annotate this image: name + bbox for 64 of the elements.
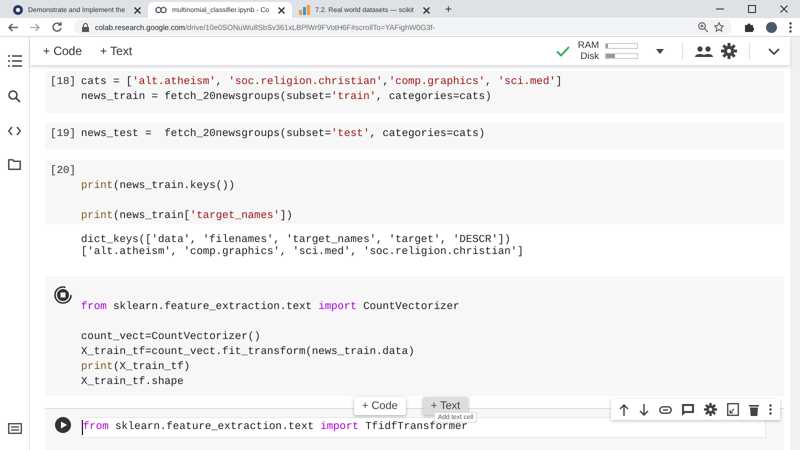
close-icon[interactable] [278,6,286,14]
code-cell[interactable]: from sklearn.feature_extraction.text import CountVectorizer count_vect=CountVectorizer() X_train_tf=count_vect.fit_transform(news_train.data) print(X_train_tf) X_train_tf.shape [45,276,784,396]
output-line: dict_keys(['data', 'filenames', 'target_names', 'target', 'DESCR']) [81,234,512,246]
output-line: ['alt.atheism', 'comp.graphics', 'sci.med', 'soc.religion.christian'] [81,246,525,258]
add-code-button[interactable]: + Code [38,42,88,60]
back-arrow-icon[interactable] [8,22,18,32]
avatar[interactable] [766,22,777,32]
maximize-icon[interactable] [748,5,756,13]
terminal-icon[interactable] [8,423,22,434]
code-line: print(X_train_tf) [81,360,192,375]
new-tab-button[interactable]: + [436,2,460,16]
comment-icon[interactable] [682,404,694,416]
checkmark-icon [556,46,570,56]
disk-label: Disk [580,51,599,62]
arrow-down-icon[interactable] [639,404,649,416]
code-line: cats = ['alt.atheism', 'soc.religion.christian','comp.graphics', 'sci.med'] [81,75,564,90]
more-icon[interactable] [769,404,772,415]
people-icon[interactable] [695,46,713,56]
code-line: X_train_tf=count_vect.fit_transform(news_train.data) [81,345,416,360]
code-line: count_vect=CountVectorizer() [81,330,262,345]
resources-button[interactable]: RAM Disk [578,40,638,62]
close-icon[interactable] [422,6,430,14]
disk-meter [605,53,638,59]
play-button-icon[interactable] [55,417,71,433]
code-brackets-icon[interactable] [8,126,21,136]
execution-count: [20] [50,165,76,177]
add-text-button[interactable]: + Text [95,42,138,60]
dropdown-caret-icon[interactable] [656,48,664,54]
search-icon[interactable] [8,90,21,103]
code-cell[interactable]: [18] cats = ['alt.atheism', 'soc.religion.christian','comp.graphics', 'sci.med'] news_train = fetch_20newsgroups(subset='train', categories=cats) [45,71,784,113]
more-icon[interactable] [789,22,792,32]
folder-icon[interactable] [8,159,21,170]
ram-meter [605,43,638,49]
stop-button-icon[interactable] [54,286,72,304]
code-cell[interactable]: [19] news_test = fetch_20newsgroups(subset='test', categories=cats) [45,123,784,150]
infinity-logo-icon [155,6,168,14]
code-line: news_train = fetch_20newsgroups(subset='train', categories=cats) [81,90,492,105]
execution-count: [19] [50,128,76,140]
code-line: X_train_tf.shape [81,375,185,390]
settings-icon[interactable] [721,43,737,59]
execution-count: [18] [50,76,76,88]
code-line: news_test = fetch_20newsgroups(subset='test', categories=cats) [81,127,486,142]
close-icon[interactable] [134,6,142,14]
trash-icon[interactable] [749,404,759,416]
circle-logo-icon [13,5,23,15]
zoom-icon[interactable] [698,22,708,32]
code-line: from sklearn.feature_extraction.text import CountVectorizer [81,300,460,315]
ram-label: RAM [578,40,599,51]
add-code-button[interactable]: + Code [354,397,406,415]
close-icon[interactable] [780,5,788,13]
arrow-up-icon[interactable] [619,404,629,416]
bar-chart-icon [299,5,310,15]
settings-icon[interactable] [704,403,717,416]
chevron-down-icon[interactable] [768,48,780,54]
reload-icon[interactable] [52,22,62,32]
lock-icon [82,22,89,32]
menu-icon[interactable] [8,55,22,67]
code-line: print(news_train.keys()) [81,179,236,194]
code-line: print(news_train['target_names']) [81,209,294,224]
link-icon[interactable] [659,406,672,414]
scrollbar[interactable] [790,37,800,450]
code-line: from sklearn.feature_extraction.text import TfidfTransformer [83,420,469,435]
star-icon[interactable] [714,22,724,32]
puzzle-icon[interactable] [744,22,754,32]
